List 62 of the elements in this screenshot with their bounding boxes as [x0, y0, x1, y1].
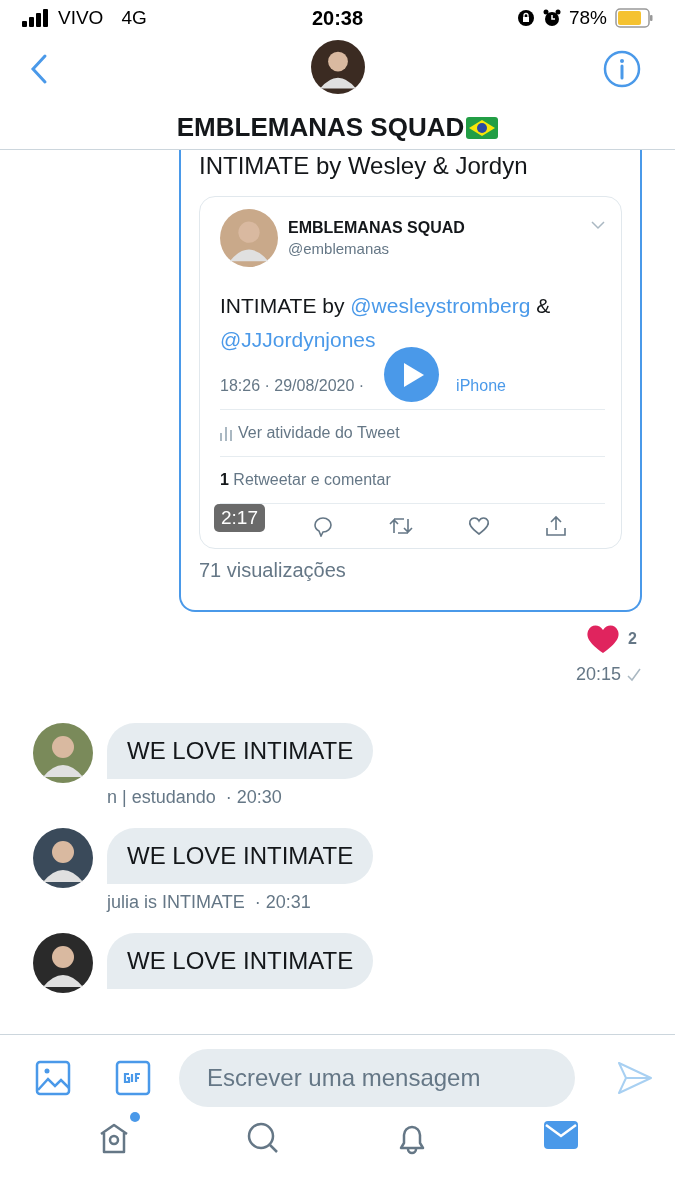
- flag-icon: [466, 116, 499, 139]
- alarm-icon: [542, 9, 561, 27]
- tweet-author-handle: @emblemanas: [288, 240, 391, 257]
- battery-percent: 78%: [568, 7, 607, 29]
- send-icon: [617, 1060, 653, 1095]
- mention-link[interactable]: @JJJordynjones: [220, 328, 376, 351]
- caret-icon[interactable]: [591, 221, 605, 230]
- play-icon: [404, 362, 424, 387]
- avatar: [33, 933, 93, 993]
- send-button[interactable]: [617, 1060, 653, 1095]
- retweet-count: 1 Retweetar e comentar: [220, 471, 391, 489]
- message-time: 20:15: [575, 664, 621, 685]
- mention-link[interactable]: @wesleystromberg: [350, 294, 531, 317]
- share-button[interactable]: [545, 515, 568, 537]
- info-button[interactable]: [603, 50, 641, 88]
- tweet-card[interactable]: EMBLEMANAS SQUAD @emblemanas INTIMATE by @wesleystromberg & @JJJordynjones 18:26 · 29/08/2020 · iPhone Ver atividade do Tweet 1 Retweetar e comentar 2:17: [199, 196, 622, 549]
- bar-chart-icon: [220, 425, 232, 441]
- message-bubble: WE LOVE INTIMATE: [107, 828, 374, 884]
- share-icon: [545, 515, 568, 537]
- tweet-text: INTIMATE by @wesleystromberg & @JJJordynjones: [220, 293, 552, 353]
- tweet-timestamp: 18:26 · 29/08/2020 ·: [220, 377, 365, 395]
- retweet-count-row[interactable]: 1 Retweetar e comentar: [220, 457, 605, 504]
- avatar: [310, 40, 365, 94]
- view-count: 71 visualizações: [199, 559, 347, 582]
- message-bubble: WE LOVE INTIMATE: [107, 933, 374, 989]
- message-meta: n | estudando · 20:30: [107, 787, 283, 808]
- image-icon: [35, 1059, 71, 1096]
- retweet-button[interactable]: [388, 516, 413, 536]
- gif-icon: [115, 1059, 151, 1096]
- tweet-source-link[interactable]: iPhone: [456, 377, 506, 395]
- tweet-activity-row[interactable]: Ver atividade do Tweet: [220, 410, 605, 457]
- like-button[interactable]: [468, 516, 491, 536]
- reply-icon: [311, 515, 334, 537]
- avatar: [220, 209, 278, 267]
- carrier-name: VIVO: [58, 7, 104, 29]
- signal-icon: [22, 9, 50, 27]
- tweet-author-name: EMBLEMANAS SQUAD: [288, 219, 466, 237]
- message-text: INTIMATE by Wesley & Jordyn: [199, 151, 529, 180]
- network-type: 4G: [121, 7, 147, 29]
- heart-icon: [468, 516, 491, 536]
- battery-icon: [615, 8, 653, 28]
- status-time: 20:38: [311, 6, 364, 30]
- reaction-count: 2: [628, 630, 637, 648]
- rotation-lock-icon: [516, 9, 535, 27]
- notification-dot: [130, 1112, 141, 1122]
- message-input[interactable]: Escrever uma mensagem: [179, 1048, 575, 1107]
- avatar: [33, 828, 93, 888]
- info-icon: [603, 50, 641, 88]
- heart-icon: [586, 624, 621, 654]
- message-meta: julia is INTIMATE · 20:31: [107, 892, 312, 913]
- image-button[interactable]: [35, 1059, 71, 1096]
- back-icon: [30, 52, 48, 85]
- tweet-activity-label: Ver atividade do Tweet: [238, 424, 400, 442]
- retweet-icon: [388, 516, 413, 536]
- video-duration: 2:17: [214, 504, 265, 532]
- play-button[interactable]: [384, 347, 439, 402]
- message-bubble: WE LOVE INTIMATE: [107, 723, 374, 779]
- reply-button[interactable]: [311, 515, 334, 537]
- mail-icon: [542, 1120, 579, 1150]
- conversation-title: EMBLEMANAS SQUAD: [176, 112, 465, 143]
- gif-button[interactable]: [115, 1059, 151, 1096]
- avatar: [33, 723, 93, 783]
